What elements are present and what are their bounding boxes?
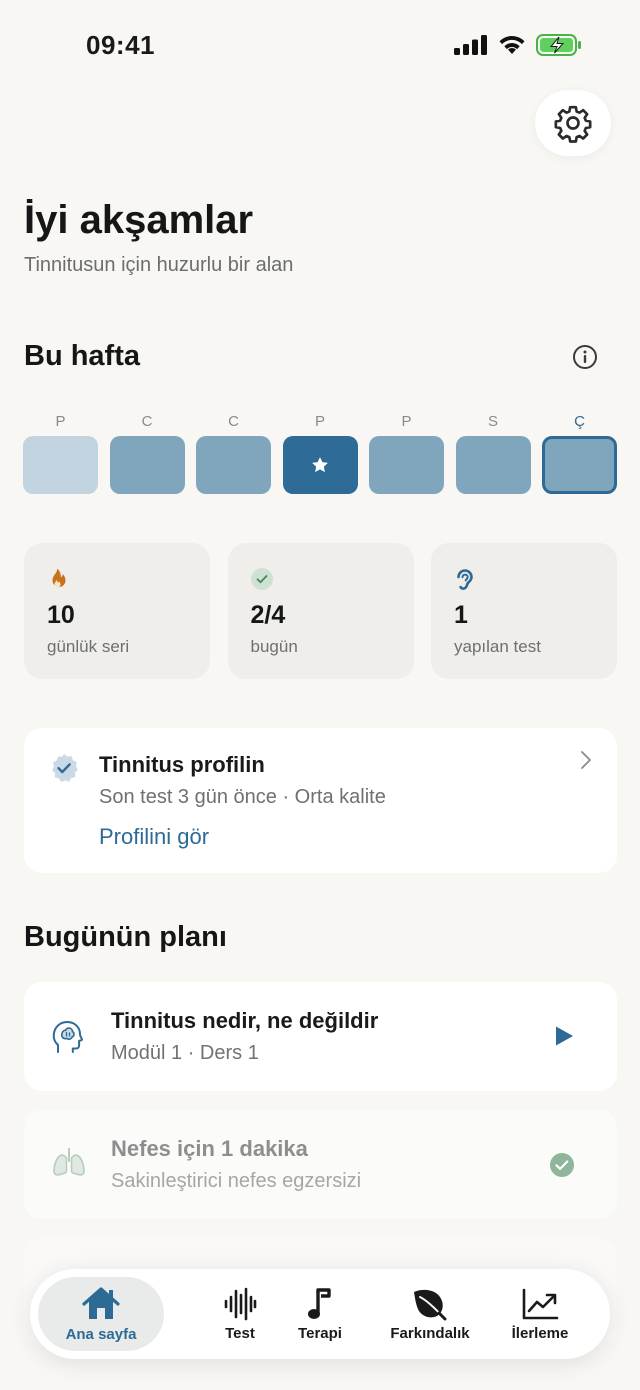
day-7-today[interactable]: Ç [542,412,617,494]
home-icon [82,1286,120,1319]
day-4[interactable]: P [282,412,358,494]
plan-item-breathing[interactable]: Nefes için 1 dakika Sakinleştirici nefes… [24,1110,617,1219]
day-box [23,436,98,494]
stats-row: 10 günlük seri 2/4 bugün 1 yapılan test [24,543,617,679]
tests-stat-card: 1 yapılan test [431,543,617,679]
plan-item-lesson[interactable]: Tinnitus nedir, ne değildir Modül 1 · De… [24,982,617,1091]
week-section-title: Bu hafta [24,340,140,372]
day-letter: C [141,413,153,430]
verified-badge-icon [52,754,78,782]
flame-icon [52,568,66,588]
plan-item-title: Nefes için 1 dakika [111,1136,308,1161]
day-box-starred [282,436,358,494]
profile-meta: Son test 3 gün önce · Orta kalite [99,786,386,808]
tab-label: Terapi [298,1324,342,1342]
week-days: P C C P P S Ç [23,412,617,494]
info-icon [573,345,597,369]
day-letter: P [401,413,412,430]
tests-label: yapılan test [454,637,541,656]
day-box-today [542,436,617,494]
day-6[interactable]: S [455,412,531,494]
plan-item-title: Tinnitus nedir, ne değildir [111,1008,379,1033]
day-letter: Ç [574,413,585,430]
status-icons [454,34,582,56]
day-letter: P [314,413,325,430]
settings-button[interactable] [535,90,611,156]
today-value: 2/4 [250,601,286,629]
plan-item-subtitle: Sakinleştirici nefes egzersizi [111,1170,362,1192]
check-circle-icon [250,568,273,590]
streak-value: 10 [47,601,75,629]
day-5[interactable]: P [369,412,444,494]
day-letter: P [55,413,66,430]
tab-label: Farkındalık [390,1324,470,1342]
chart-up-icon [522,1288,559,1319]
day-1[interactable]: P [23,412,98,494]
today-stat-card: 2/4 bugün [227,543,414,679]
tab-label: Test [225,1324,255,1342]
tab-home[interactable]: Ana sayfa [38,1277,164,1351]
wifi-icon [499,35,525,54]
star-icon [312,457,328,473]
tab-therapy[interactable]: Terapi [260,1269,380,1359]
streak-label: günlük seri [47,637,130,656]
day-letter: C [228,413,239,430]
music-note-icon [308,1287,331,1319]
leaf-icon [414,1289,447,1320]
status-time: 09:41 [86,30,155,60]
day-box [369,436,444,494]
day-box [109,436,185,494]
greeting-title: İyi akşamlar [24,198,254,242]
gear-icon [554,105,592,143]
today-label: bugün [250,637,298,656]
tests-value: 1 [454,601,468,629]
tab-progress[interactable]: İlerleme [480,1269,600,1359]
waveform-icon [224,1287,257,1320]
lungs-icon [53,1148,85,1176]
profile-title: Tinnitus profilin [99,752,265,777]
cellular-signal-icon [454,35,487,55]
profile-link[interactable]: Profilini gör [99,824,209,850]
day-box [196,436,271,494]
chevron-right-icon [581,751,591,769]
week-info-button[interactable] [570,342,600,372]
streak-stat-card: 10 günlük seri [24,543,210,679]
plan-section-title: Bugünün planı [24,921,227,953]
tab-label: İlerleme [511,1324,569,1342]
tab-label: Ana sayfa [65,1325,137,1343]
tinnitus-profile-card[interactable]: Tinnitus profilin Son test 3 gün önce · … [24,728,617,873]
battery-charging-icon [536,34,581,56]
day-2[interactable]: C [109,412,185,494]
bottom-tab-bar: Ana sayfa Test Terapi Farkındalık İlerle… [30,1269,610,1359]
day-3[interactable]: C [196,412,271,494]
check-icon [550,1153,574,1177]
greeting-subtitle: Tinnitusun için huzurlu bir alan [24,254,294,276]
play-icon[interactable] [553,1024,575,1048]
day-box [455,436,531,494]
day-letter: S [487,413,498,430]
ear-icon [457,569,473,590]
brain-head-icon [52,1021,83,1053]
plan-item-subtitle: Modül 1 · Ders 1 [111,1042,259,1064]
tab-awareness[interactable]: Farkındalık [370,1269,490,1359]
